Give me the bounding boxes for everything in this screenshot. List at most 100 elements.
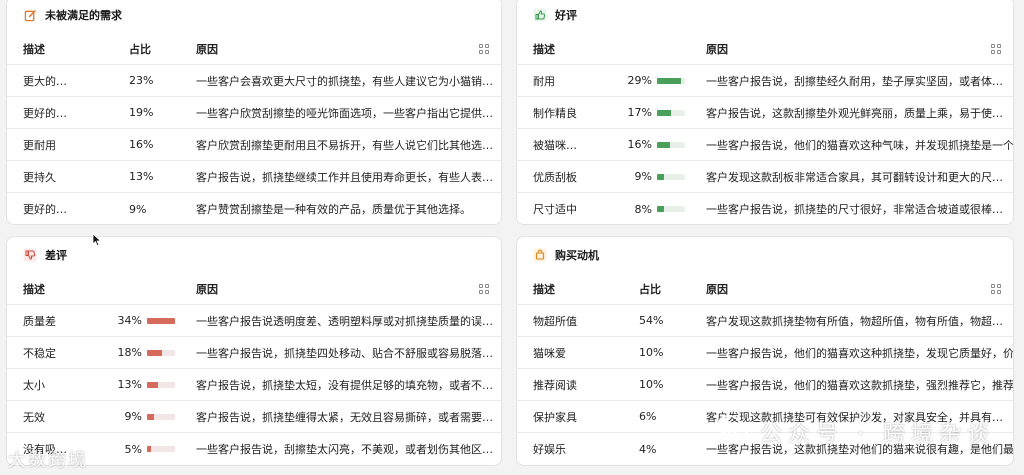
mouse-cursor-icon xyxy=(92,233,102,247)
table-row[interactable]: 制作精良 17% 客户报告说，这款刮擦垫外观光鲜亮丽，质量上乘，易于使… xyxy=(517,97,1013,129)
pct-bar-track xyxy=(147,317,175,324)
negative-reviews-table: 描述 原因 质量差 34% 一些客户报告说透明度差、透明塑料厚或对抓挠垫质量的误… 不… xyxy=(7,273,501,465)
row-pct: 29% xyxy=(627,74,652,87)
table-row[interactable]: 被猫咪… 16% 一些客户报告说，他们的猫喜欢这种气味，并发现抓挠垫是一个… xyxy=(517,129,1013,161)
row-desc: 质量差 xyxy=(23,314,56,328)
pct-bar-track xyxy=(657,141,685,148)
table-row[interactable]: 无效 9% 客户报告说，抓挠垫缠得太紧，无效且容易撕碎，或者需要… xyxy=(7,401,501,433)
row-pct: 4% xyxy=(639,442,657,456)
pct-bar-fill xyxy=(657,77,681,84)
pct-bar-track xyxy=(147,381,175,388)
row-pct: 9% xyxy=(634,170,652,183)
row-reason: 一些客户报告说，他们的猫喜欢这款抓挠垫，强烈推荐它，推荐… xyxy=(706,378,1013,392)
pct-bar-fill xyxy=(147,381,158,388)
row-pct-cell: 5% xyxy=(99,443,196,456)
row-reason: 一些客户报告说，抓挠垫的尺寸很好，非常适合坡道或很棒… xyxy=(706,203,1003,216)
table-row[interactable]: 猫咪爱 10% 一些客户报告说，他们的猫喜欢这种抓挠垫，发现它质量好，价… xyxy=(517,337,1013,369)
column-header-reason: 原因 xyxy=(196,42,218,56)
row-pct: 5% xyxy=(124,442,142,456)
shopping-bag-icon xyxy=(533,248,547,262)
row-reason: 一些客户会喜欢更大尺寸的抓挠垫，有些人建议它为小猫销… xyxy=(196,74,493,88)
card-title: 差评 xyxy=(45,249,67,262)
row-pct-cell: 34% xyxy=(99,314,196,327)
column-header-desc: 描述 xyxy=(23,42,45,56)
row-pct: 19% xyxy=(129,106,154,119)
pct-bar-fill xyxy=(147,413,155,420)
table-header: 描述 占比 原因 xyxy=(7,33,501,65)
row-reason: 客户欣赏刮擦垫更耐用且不易拆开，有些人说它们比其他选… xyxy=(196,138,493,152)
watermark-right: 公众号 · 跨境杂谈 xyxy=(760,422,995,447)
pct-bar-track xyxy=(147,446,175,452)
card-title: 未被满足的需求 xyxy=(45,9,122,22)
column-header-desc: 描述 xyxy=(533,42,555,56)
row-desc: 无效 xyxy=(23,410,45,424)
card-header: 差评 xyxy=(7,237,501,273)
row-reason: 一些客户报告说，他们的猫喜欢这种抓挠垫，发现它质量好，价… xyxy=(706,346,1013,360)
column-header-desc: 描述 xyxy=(533,282,555,296)
card-header: 好评 xyxy=(517,0,1013,33)
row-reason: 客户报告说，这款刮擦垫外观光鲜亮丽，质量上乘，易于使… xyxy=(706,106,1003,120)
pct-bar-fill xyxy=(657,173,665,180)
row-reason: 客户赞赏刮擦垫是一种有效的产品，质量优于其他选择。 xyxy=(196,203,471,216)
pct-bar-track xyxy=(657,206,685,212)
row-pct: 16% xyxy=(129,138,154,151)
row-pct: 34% xyxy=(117,314,142,327)
pct-bar-fill xyxy=(657,109,671,116)
negative-reviews-card: 差评 描述 原因 质量差 34% 一些客户报告说透明度差、透明塑料厚或对抓挠垫质量的… xyxy=(6,236,502,466)
row-reason: 客户报告说，抓挠垫太短，没有提供足够的填充物，或者不… xyxy=(196,378,493,392)
row-reason: 一些客户欣赏刮擦垫的哑光饰面选项，一些客户指出它提供… xyxy=(196,106,493,120)
thumbs-up-icon xyxy=(533,8,547,22)
row-desc: 更大的… xyxy=(23,74,67,88)
table-row[interactable]: 太小 13% 客户报告说，抓挠垫太短，没有提供足够的填充物，或者不… xyxy=(7,369,501,401)
row-pct: 13% xyxy=(117,378,142,391)
row-pct: 8% xyxy=(634,202,652,216)
row-pct-cell: 18% xyxy=(99,346,196,359)
row-desc: 猫咪爱 xyxy=(533,346,566,360)
column-header-pct: 占比 xyxy=(129,42,151,56)
card-header: 购买动机 xyxy=(517,237,1013,273)
row-pct: 13% xyxy=(129,170,154,183)
unmet-needs-table: 描述 占比 原因 更大的… 23% 一些客户会喜欢更大尺寸的抓挠垫，有些人建议它为小… xyxy=(7,33,501,224)
table-row[interactable]: 耐用 29% 一些客户报告说，刮擦垫经久耐用，垫子厚实坚固，或者体… xyxy=(517,65,1013,97)
table-row[interactable]: 更好的… 9% 客户赞赏刮擦垫是一种有效的产品，质量优于其他选择。 xyxy=(7,193,501,224)
row-reason: 一些客户报告说，刮擦垫经久耐用，垫子厚实坚固，或者体… xyxy=(706,74,1003,88)
edit-icon xyxy=(23,8,37,22)
card-header: 未被满足的需求 xyxy=(7,0,501,33)
table-row[interactable]: 尺寸适中 8% 一些客户报告说，抓挠垫的尺寸很好，非常适合坡道或很棒… xyxy=(517,193,1013,224)
table-row[interactable]: 更好的… 19% 一些客户欣赏刮擦垫的哑光饰面选项，一些客户指出它提供… xyxy=(7,97,501,129)
table-row[interactable]: 物超所值 54% 客户发现这款抓挠垫物有所值，物超所值，物有所值，物超… xyxy=(517,305,1013,337)
row-reason: 客户报告说，抓挠垫继续工作并且使用寿命更长，有些人表… xyxy=(196,170,493,184)
table-row[interactable]: 更持久 13% 客户报告说，抓挠垫继续工作并且使用寿命更长，有些人表… xyxy=(7,161,501,193)
column-header-reason: 原因 xyxy=(706,42,728,56)
row-pct: 9% xyxy=(129,202,147,216)
grid-view-icon[interactable] xyxy=(991,284,1001,294)
table-row[interactable]: 更耐用 16% 客户欣赏刮擦垫更耐用且不易拆开，有些人说它们比其他选… xyxy=(7,129,501,161)
grid-view-icon[interactable] xyxy=(479,284,489,294)
row-reason: 一些客户报告说，刮擦垫太闪亮，不美观，或者划伤其他区… xyxy=(196,443,493,456)
grid-view-icon[interactable] xyxy=(479,44,489,54)
row-pct: 10% xyxy=(639,378,664,391)
row-desc: 物超所值 xyxy=(533,314,577,328)
positive-reviews-card: 好评 描述 原因 耐用 29% 一些客户报告说，刮擦垫经久耐用，垫子厚实坚固，或者体… xyxy=(516,0,1014,225)
row-desc: 尺寸适中 xyxy=(533,203,577,216)
table-row[interactable]: 推荐阅读 10% 一些客户报告说，他们的猫喜欢这款抓挠垫，强烈推荐它，推荐… xyxy=(517,369,1013,401)
table-row[interactable]: 质量差 34% 一些客户报告说透明度差、透明塑料厚或对抓挠垫质量的误… xyxy=(7,305,501,337)
row-pct-cell: 9% xyxy=(609,170,706,183)
column-header-reason: 原因 xyxy=(706,282,728,296)
pct-bar-fill xyxy=(147,349,162,356)
positive-reviews-table: 描述 原因 耐用 29% 一些客户报告说，刮擦垫经久耐用，垫子厚实坚固，或者体… 制作… xyxy=(517,33,1013,224)
pct-bar-fill xyxy=(657,141,671,148)
column-header-reason: 原因 xyxy=(196,282,218,296)
table-row[interactable]: 不稳定 18% 一些客户报告说，抓挠垫四处移动、贴合不舒服或容易脱落… xyxy=(7,337,501,369)
row-desc: 优质刮板 xyxy=(533,170,577,184)
row-desc: 更好的… xyxy=(23,106,67,120)
row-pct: 23% xyxy=(129,74,154,87)
row-desc: 被猫咪… xyxy=(533,138,577,152)
pct-bar-fill xyxy=(147,446,152,452)
table-row[interactable]: 更大的… 23% 一些客户会喜欢更大尺寸的抓挠垫，有些人建议它为小猫销… xyxy=(7,65,501,97)
table-row[interactable]: 优质刮板 9% 客户发现这款刮板非常适合家具，其可翻转设计和更大的尺… xyxy=(517,161,1013,193)
grid-view-icon[interactable] xyxy=(991,44,1001,54)
row-pct-cell: 16% xyxy=(609,138,706,151)
row-desc: 推荐阅读 xyxy=(533,378,577,392)
watermark-left: 大数跨境 xyxy=(8,450,88,471)
